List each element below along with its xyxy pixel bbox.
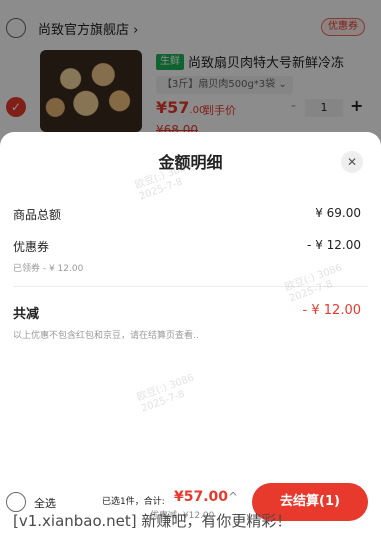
discount-note: 以上优惠不包含红包和京豆，请在结算页查看.. (13, 331, 199, 341)
reduction-value: - ¥ 12.00 (302, 303, 361, 318)
watermark: 欧豆(:) 3086 2025-7-8 (136, 372, 200, 415)
footer-watermark: [v1.xianbao.net] 新赚吧，有你更精彩！ (13, 512, 292, 530)
select-all-label[interactable]: 全选 (34, 495, 56, 511)
coupon-sub-label: 已领券 - ¥ 12.00 (13, 264, 84, 274)
coupon-value: - ¥ 12.00 (307, 238, 361, 252)
selected-count: 已选1件，合计: (102, 497, 165, 507)
goods-total-value: ¥ 69.00 (315, 206, 361, 220)
total-price: ¥57.00 (174, 489, 229, 505)
watermark: 欧豆(:) 3086 2025-7-8 (284, 262, 348, 305)
coupon-label: 优惠券 (13, 240, 50, 254)
reduction-label: 共减 (13, 307, 40, 322)
goods-total-label: 商品总额 (13, 208, 62, 222)
chevron-up-icon[interactable]: ^ (228, 490, 238, 504)
close-button[interactable]: ✕ (341, 151, 363, 173)
select-all-checkbox[interactable] (6, 492, 26, 512)
